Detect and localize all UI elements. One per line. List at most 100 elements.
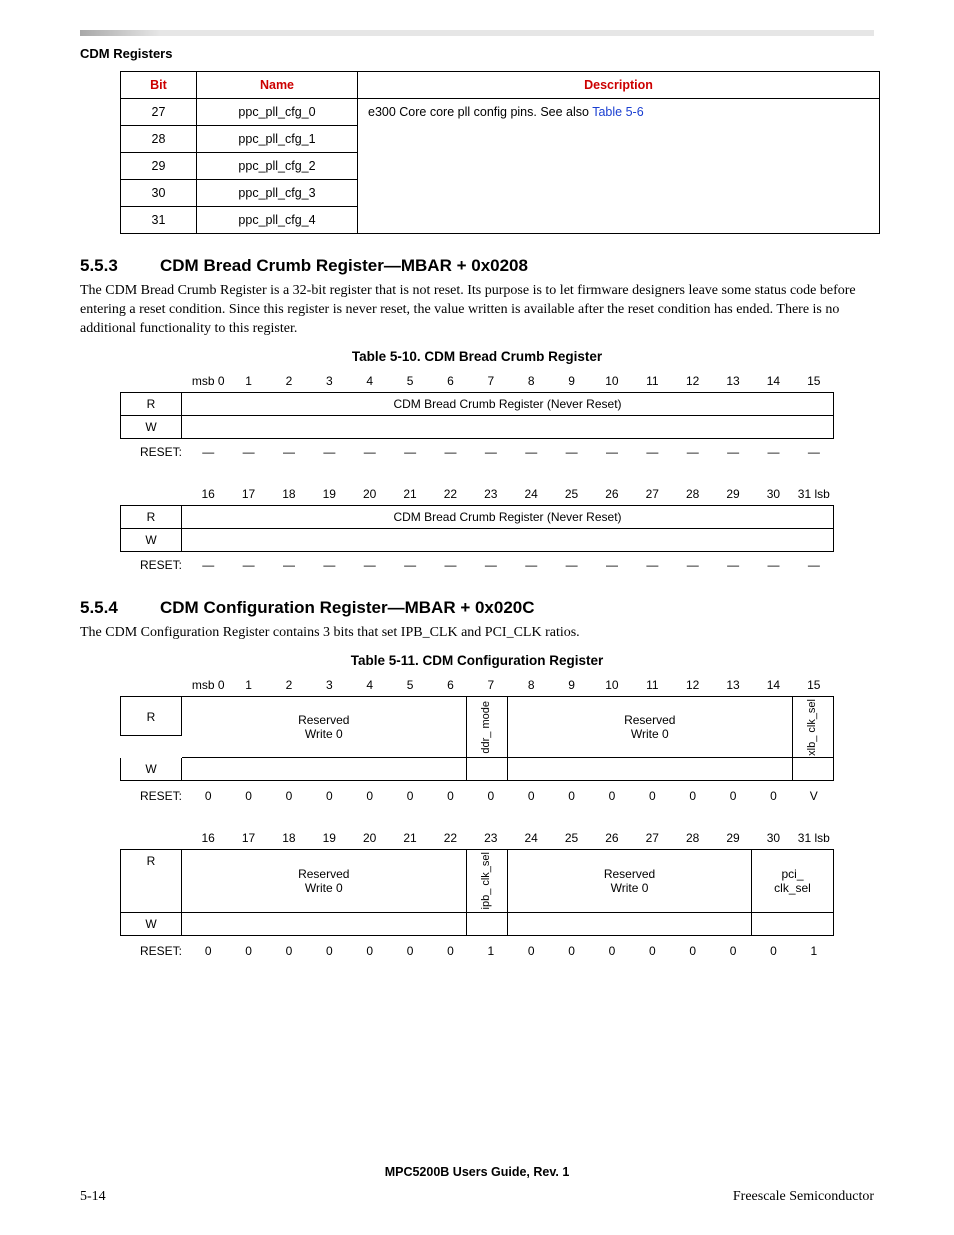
- ddr-mode-field: ddr_ mode: [480, 699, 493, 756]
- bit-label: 17: [228, 827, 268, 849]
- bit-label: 30: [753, 827, 793, 849]
- bit-label: 0: [592, 940, 632, 962]
- bit-label: 4: [350, 370, 390, 392]
- bit-label: 0: [350, 785, 390, 807]
- bit-label: —: [713, 554, 753, 576]
- bit-label: 8: [511, 674, 551, 696]
- bit-label: 21: [390, 827, 430, 849]
- pci-clk-sel-field: pci_ clk_sel: [751, 850, 833, 911]
- bit-label: —: [390, 441, 430, 463]
- table-row: 27 ppc_pll_cfg_0 e300 Core core pll conf…: [121, 99, 880, 126]
- bit-label: 0: [632, 785, 672, 807]
- bit-label: 27: [632, 827, 672, 849]
- bit-label: —: [430, 441, 470, 463]
- bit-label: 16: [188, 483, 228, 505]
- bit-label: —: [228, 554, 268, 576]
- bit-label: 10: [592, 674, 632, 696]
- bit-label: —: [309, 554, 349, 576]
- bit-label: —: [592, 554, 632, 576]
- bit-label: 8: [511, 370, 551, 392]
- footer-left: 5-14: [80, 1189, 106, 1205]
- bit-label: —: [632, 554, 672, 576]
- bit-label: —: [632, 441, 672, 463]
- bit-label: —: [228, 441, 268, 463]
- para-553: The CDM Bread Crumb Register is a 32-bit…: [80, 282, 874, 339]
- bit-label: —: [350, 441, 390, 463]
- bit-label: —: [309, 441, 349, 463]
- bit-label: 0: [753, 940, 793, 962]
- bit-label: —: [511, 441, 551, 463]
- heading-554: 5.5.4CDM Configuration Register—MBAR + 0…: [80, 598, 874, 618]
- bit-label: —: [551, 554, 591, 576]
- reg-510-diagram: msb 0123456789101112131415 R CDM Bread C…: [120, 370, 834, 576]
- bit-label: 15: [794, 370, 834, 392]
- bit-label: 6: [430, 370, 470, 392]
- bit-label: msb 0: [188, 674, 228, 696]
- col-desc: Description: [358, 72, 880, 99]
- bit-label: 0: [753, 785, 793, 807]
- bit-label: —: [269, 554, 309, 576]
- xlb-clk-sel-field: xlb_ clk_sel: [806, 697, 819, 758]
- bit-label: 0: [713, 785, 753, 807]
- top-accent-bar: [80, 30, 874, 36]
- bit-label: 0: [350, 940, 390, 962]
- bit-label: 0: [511, 940, 551, 962]
- bit-label: 22: [430, 483, 470, 505]
- bit-label: 14: [753, 370, 793, 392]
- table-5-6-link[interactable]: Table 5-6: [592, 105, 643, 119]
- bit-label: 21: [390, 483, 430, 505]
- bit-label: 0: [551, 940, 591, 962]
- bit-label: 31 lsb: [794, 483, 834, 505]
- bit-label: 15: [794, 674, 834, 696]
- bit-label: 29: [713, 483, 753, 505]
- bit-label: 29: [713, 827, 753, 849]
- bit-label: —: [188, 441, 228, 463]
- bit-label: —: [471, 554, 511, 576]
- bit-label: V: [794, 785, 834, 807]
- bit-label: —: [471, 441, 511, 463]
- bit-label: 0: [632, 940, 672, 962]
- bit-label: —: [390, 554, 430, 576]
- bit-label: 0: [592, 785, 632, 807]
- bit-label: 1: [471, 940, 511, 962]
- bit-label: 28: [673, 483, 713, 505]
- bit-label: —: [753, 554, 793, 576]
- bit-label: 24: [511, 483, 551, 505]
- bit-label: 10: [592, 370, 632, 392]
- bit-label: —: [350, 554, 390, 576]
- bit-label: 24: [511, 827, 551, 849]
- bit-label: 25: [551, 827, 591, 849]
- bit-label: 3: [309, 674, 349, 696]
- footer-center: MPC5200B Users Guide, Rev. 1: [80, 1165, 874, 1179]
- bit-label: —: [753, 441, 793, 463]
- bit-label: 1: [228, 674, 268, 696]
- bit-label: 9: [551, 674, 591, 696]
- bit-label: 13: [713, 674, 753, 696]
- bit-label: 2: [269, 674, 309, 696]
- bit-label: 13: [713, 370, 753, 392]
- bit-label: 19: [309, 483, 349, 505]
- para-554: The CDM Configuration Register contains …: [80, 624, 874, 643]
- bit-label: —: [430, 554, 470, 576]
- heading-553: 5.5.3CDM Bread Crumb Register—MBAR + 0x0…: [80, 256, 874, 276]
- bit-label: 20: [350, 483, 390, 505]
- bit-label: 0: [673, 785, 713, 807]
- bit-label: 1: [228, 370, 268, 392]
- bit-label: 0: [188, 940, 228, 962]
- bit-label: 20: [350, 827, 390, 849]
- bit-label: —: [592, 441, 632, 463]
- bit-label: 0: [390, 785, 430, 807]
- bit-label: 30: [753, 483, 793, 505]
- bit-label: 16: [188, 827, 228, 849]
- table-511-title: Table 5-11. CDM Configuration Register: [80, 653, 874, 668]
- ipb-clk-sel-field: ipb_ clk_sel: [480, 850, 493, 911]
- bit-label: 26: [592, 483, 632, 505]
- bit-label: msb 0: [188, 370, 228, 392]
- bit-label: 27: [632, 483, 672, 505]
- bit-label: 0: [390, 940, 430, 962]
- page-footer: MPC5200B Users Guide, Rev. 1 5-14 Freesc…: [80, 1165, 874, 1205]
- bit-label: —: [188, 554, 228, 576]
- bit-label: —: [673, 554, 713, 576]
- bit-label: 11: [632, 674, 672, 696]
- bit-label: 18: [269, 483, 309, 505]
